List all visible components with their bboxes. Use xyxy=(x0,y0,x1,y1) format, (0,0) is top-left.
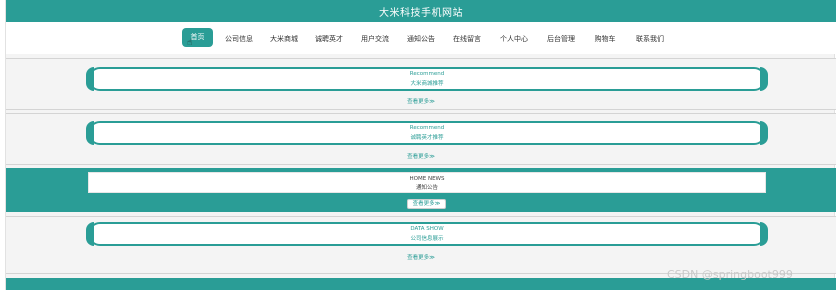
section-title-en: HOME NEWS xyxy=(409,176,445,182)
site-header: 大米科技手机网站 xyxy=(6,0,836,22)
watermark: CSDN @springboot999 xyxy=(667,268,793,281)
site-title: 大米科技手机网站 xyxy=(379,7,463,19)
main-nav: 首页 公司信息 大米商城 诚聘英才 用户交流 通知公告 在线留言 个人中心 后台… xyxy=(6,22,836,54)
nav-item-contact[interactable]: 联系我们 xyxy=(633,31,667,47)
section-title-pill: Recommend 大米商城推荐 xyxy=(86,67,768,91)
section-title-cn: 通知公告 xyxy=(415,185,438,191)
section-mall-recommend: Recommend 大米商城推荐 查看更多≫ xyxy=(6,58,836,110)
nav-item-cart[interactable]: 购物车 xyxy=(591,31,619,47)
nav-item-online-message[interactable]: 在线留言 xyxy=(450,31,484,47)
section-title-en: Recommend xyxy=(409,71,445,77)
section-recruitment-recommend: Recommend 诚聘英才推荐 查看更多≫ xyxy=(6,113,836,165)
section-title-en: Recommend xyxy=(409,125,445,131)
view-more-link[interactable]: 查看更多≫ xyxy=(396,253,446,261)
section-title-cn: 公司信息展示 xyxy=(410,236,444,242)
section-title-pill: Recommend 诚聘英才推荐 xyxy=(86,121,768,145)
section-title-pill: DATA SHOW 公司信息展示 xyxy=(86,222,768,246)
section-title-box: HOME NEWS 通知公告 xyxy=(88,172,766,193)
nav-item-user-exchange[interactable]: 用户交流 xyxy=(358,31,392,47)
nav-item-recruitment[interactable]: 诚聘英才 xyxy=(312,31,346,47)
view-more-button[interactable]: 查看更多≫ xyxy=(407,199,446,209)
nav-item-company-info[interactable]: 公司信息 xyxy=(222,31,256,47)
nav-item-admin[interactable]: 后台管理 xyxy=(544,31,578,47)
section-title-en: DATA SHOW xyxy=(410,226,444,232)
section-title-cn: 诚聘英才推荐 xyxy=(410,135,444,141)
view-more-link[interactable]: 查看更多≫ xyxy=(396,152,446,160)
section-data-show: DATA SHOW 公司信息展示 查看更多≫ xyxy=(6,216,836,274)
mouse-pointer-icon: ☝ xyxy=(187,38,193,48)
nav-item-personal-center[interactable]: 个人中心 xyxy=(497,31,531,47)
page-frame: 大米科技手机网站 首页 公司信息 大米商城 诚聘英才 用户交流 通知公告 在线留… xyxy=(5,0,836,290)
section-title-cn: 大米商城推荐 xyxy=(410,81,444,87)
nav-item-mall[interactable]: 大米商城 xyxy=(267,31,301,47)
view-more-link[interactable]: 查看更多≫ xyxy=(396,97,446,105)
nav-item-notices[interactable]: 通知公告 xyxy=(404,31,438,47)
section-home-news: HOME NEWS 通知公告 查看更多≫ xyxy=(6,168,836,212)
